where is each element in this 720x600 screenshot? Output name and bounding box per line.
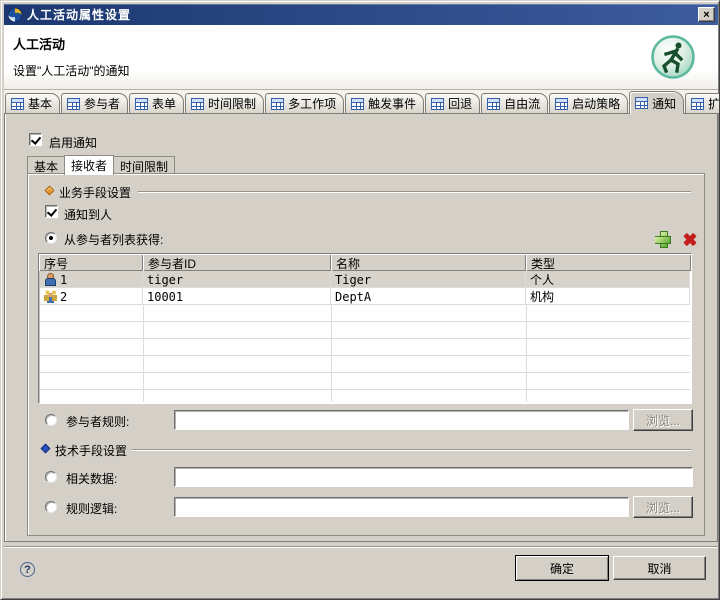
cell-type: 个人 (526, 271, 690, 288)
help-button[interactable]: ? (20, 562, 35, 577)
enable-notify-checkbox[interactable] (29, 133, 42, 146)
add-participant-button[interactable] (654, 230, 671, 247)
rule-logic-browse-button[interactable]: 浏览... (633, 496, 693, 518)
cell-no: 2 (40, 288, 143, 305)
from-list-label: 从参与者列表获得: (64, 231, 163, 248)
participant-table: 序号 参与者ID 名称 类型 1 (38, 253, 692, 404)
ok-button[interactable]: 确定 (515, 555, 609, 581)
participant-rule-label: 参与者规则: (66, 413, 129, 430)
main-tab-label: 扩展 (708, 95, 720, 112)
footer-divider (4, 546, 718, 547)
main-tab[interactable]: 自由流 (481, 93, 548, 113)
table-icon (271, 98, 284, 110)
related-data-label: 相关数据: (66, 470, 117, 487)
table-icon (431, 98, 444, 110)
inner-tab-label: 接收者 (71, 159, 107, 173)
table-icon (351, 98, 364, 110)
dialog-window: 人工活动属性设置 × 人工活动 设置"人工活动"的通知 (0, 0, 720, 600)
table-icon (67, 98, 80, 110)
main-tab[interactable]: 时间限制 (185, 93, 264, 113)
table-header-cell[interactable]: 类型 (526, 254, 691, 271)
inner-tab[interactable]: 接收者 (64, 155, 114, 175)
page-title: 人工活动 (13, 34, 65, 53)
rule-logic-radio[interactable] (45, 501, 57, 513)
table-header-cell[interactable]: 参与者ID (143, 254, 331, 271)
table-icon (135, 98, 148, 110)
title-bar[interactable]: 人工活动属性设置 × (4, 4, 718, 25)
table-icon (487, 98, 500, 110)
cancel-button[interactable]: 取消 (613, 556, 706, 580)
inner-tab[interactable]: 基本 (27, 156, 65, 174)
notify-person-label: 通知到人 (64, 206, 112, 223)
main-tab[interactable]: 多工作项 (265, 93, 344, 113)
main-tab[interactable]: 表单 (129, 93, 184, 113)
inner-tab-label: 基本 (34, 160, 58, 174)
related-data-radio[interactable] (45, 471, 57, 483)
cell-type: 机构 (526, 288, 690, 305)
window-title: 人工活动属性设置 (27, 6, 131, 23)
page-subtitle: 设置"人工活动"的通知 (13, 62, 130, 79)
main-tab-label: 多工作项 (288, 95, 336, 112)
activity-runner-icon (650, 34, 696, 80)
main-tab-label: 通知 (652, 95, 676, 112)
inner-tab-strip: 基本 接收者 时间限制 (27, 155, 174, 174)
main-tab[interactable]: 回退 (425, 93, 480, 113)
main-tab-label: 启动策略 (572, 95, 620, 112)
related-data-input[interactable] (174, 467, 693, 487)
table-icon (191, 98, 204, 110)
table-icon (555, 98, 568, 110)
tech-section-divider (132, 449, 691, 450)
inner-tab-label: 时间限制 (120, 160, 168, 174)
table-row[interactable]: 2 10001 DeptA 机构 (40, 288, 690, 305)
main-tab[interactable]: 扩展 (685, 93, 720, 113)
close-button[interactable]: × (698, 7, 715, 22)
help-icon-glyph: ? (24, 564, 31, 576)
main-tab[interactable]: 触发事件 (345, 93, 424, 113)
main-tab-label: 表单 (152, 95, 176, 112)
main-tab-label: 基本 (28, 95, 52, 112)
table-icon (11, 98, 24, 110)
cell-no: 1 (40, 271, 143, 288)
rule-logic-label: 规则逻辑: (66, 500, 117, 517)
main-tab-strip: 基本 参与者 表单 时间限制 多工作项 (4, 90, 718, 114)
participant-rule-input[interactable] (174, 410, 629, 430)
close-icon: × (703, 9, 709, 21)
business-section-label: 业务手段设置 (59, 184, 131, 201)
table-header-cell[interactable]: 名称 (331, 254, 526, 271)
table-header-row: 序号 参与者ID 名称 类型 (39, 254, 691, 271)
dialog-header: 人工活动 设置"人工活动"的通知 (4, 25, 718, 90)
participant-type-icon (44, 273, 57, 286)
delete-participant-button[interactable] (682, 232, 698, 247)
table-row[interactable]: 1 tiger Tiger 个人 (40, 271, 690, 288)
cell-name: Tiger (331, 271, 526, 288)
business-section-divider (138, 191, 691, 192)
table-body: 1 tiger Tiger 个人 2 10001 DeptA 机构 (40, 271, 690, 402)
main-tab[interactable]: 通知 (629, 91, 684, 114)
cell-participant-id: tiger (143, 271, 331, 288)
app-icon (7, 7, 23, 23)
table-header-cell[interactable]: 序号 (39, 254, 143, 271)
inner-tab[interactable]: 时间限制 (113, 156, 175, 174)
rule-logic-input[interactable] (174, 497, 629, 517)
notify-person-checkbox[interactable] (45, 205, 58, 218)
main-tab-label: 回退 (448, 95, 472, 112)
cell-participant-id: 10001 (143, 288, 331, 305)
main-tab[interactable]: 参与者 (61, 93, 128, 113)
main-tab-label: 触发事件 (368, 95, 416, 112)
participant-rule-browse-button[interactable]: 浏览... (633, 409, 693, 431)
cell-name: DeptA (331, 288, 526, 305)
participant-type-icon (44, 290, 57, 303)
main-tab[interactable]: 基本 (5, 93, 60, 113)
table-icon (635, 97, 648, 109)
tech-section-label: 技术手段设置 (55, 442, 127, 459)
main-tab-label: 参与者 (84, 95, 120, 112)
main-tab[interactable]: 启动策略 (549, 93, 628, 113)
participant-rule-radio[interactable] (45, 414, 57, 426)
from-list-radio[interactable] (45, 232, 57, 244)
enable-notify-label: 启用通知 (49, 134, 97, 151)
main-tab-label: 时间限制 (208, 95, 256, 112)
main-tab-label: 自由流 (504, 95, 540, 112)
table-icon (691, 98, 704, 110)
